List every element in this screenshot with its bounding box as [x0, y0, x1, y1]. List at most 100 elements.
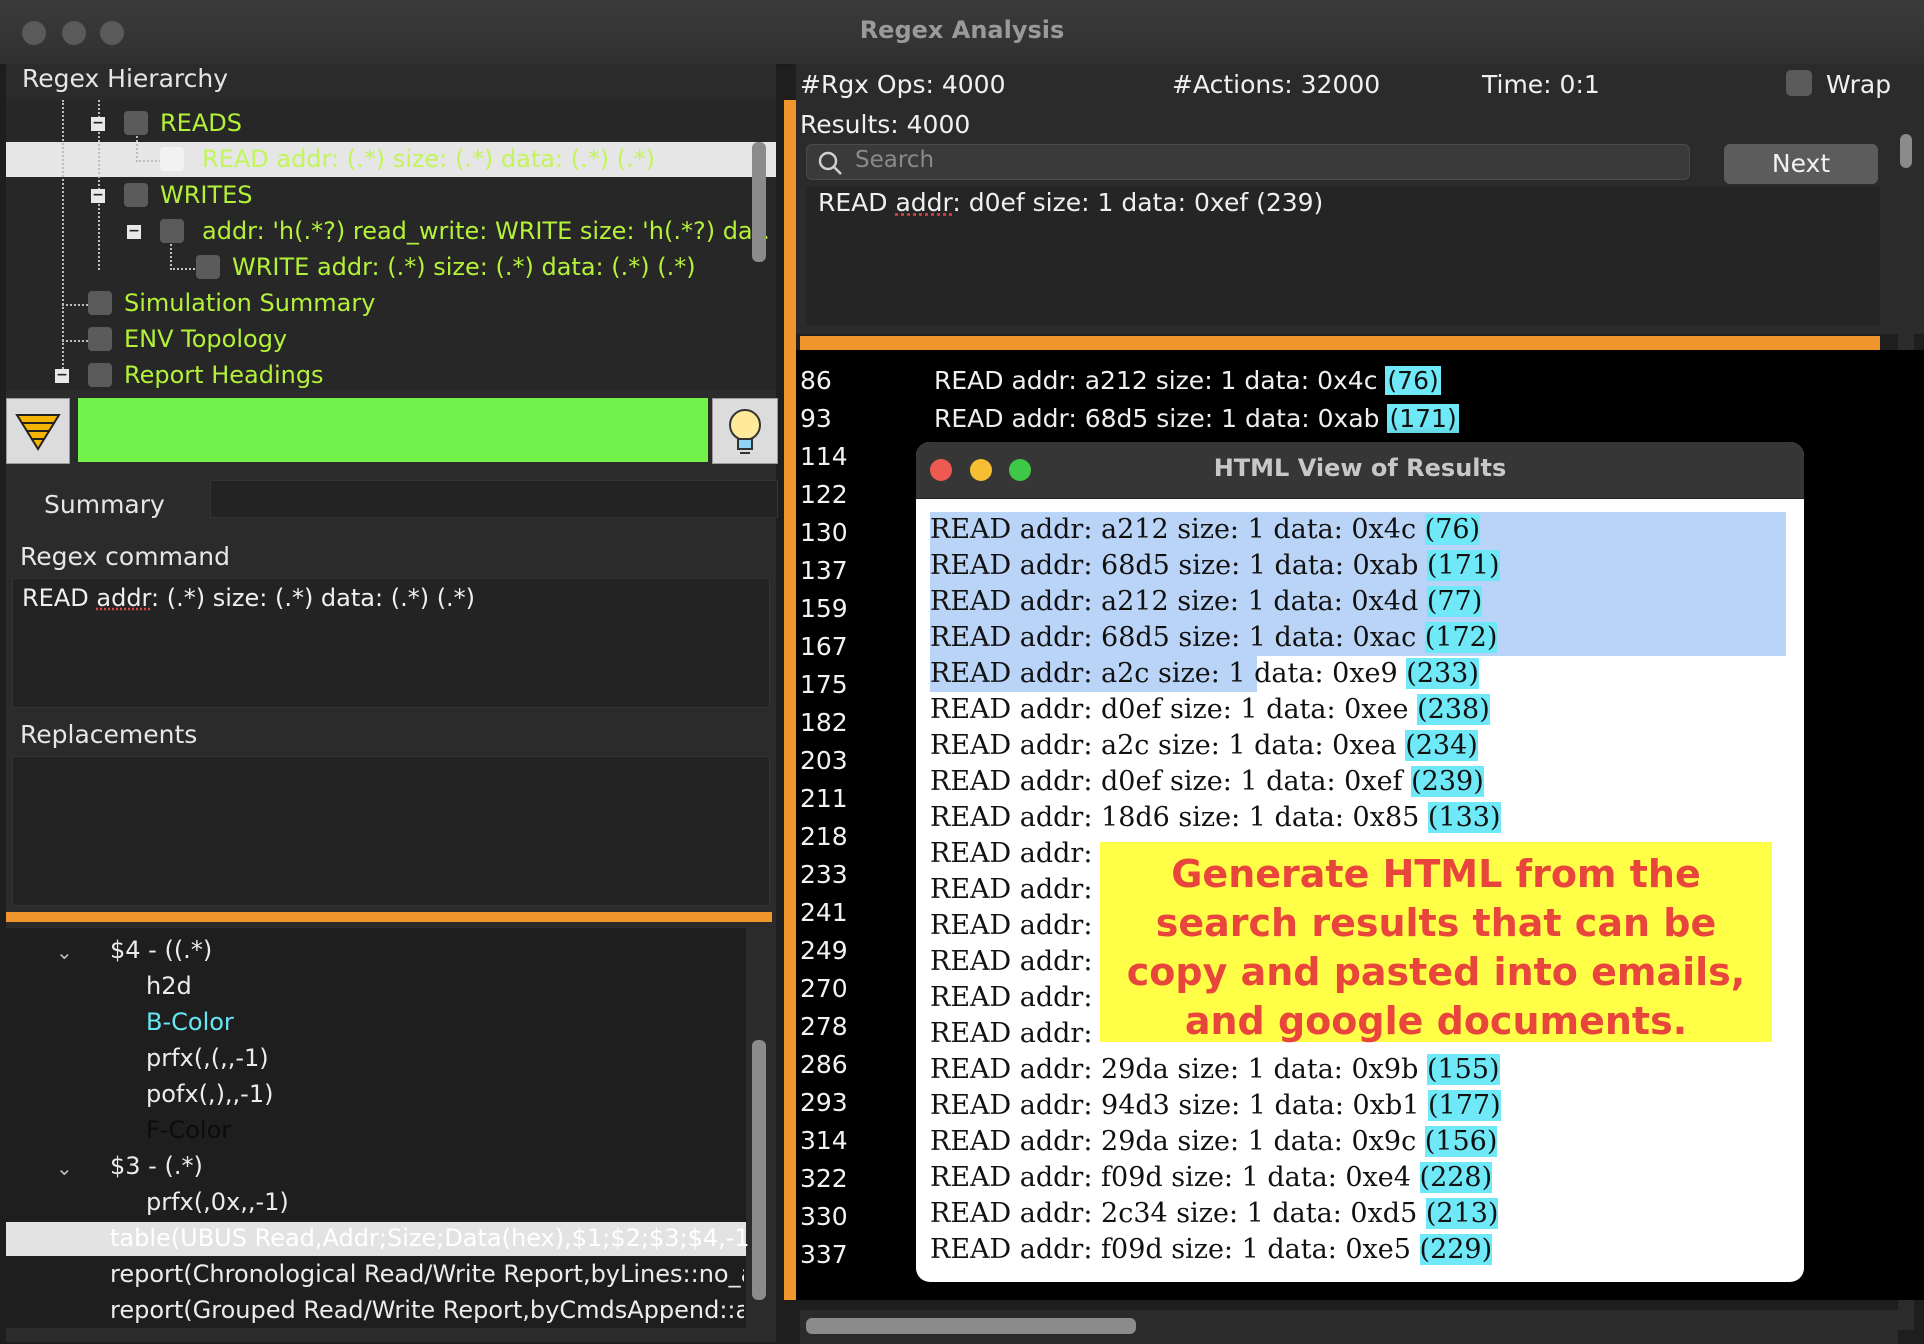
tree-node-report-headings[interactable]: Report Headings	[124, 361, 324, 389]
html-result-row[interactable]: READ addr: 94d3 size: 1 data: 0xb1 (177)	[930, 1088, 1501, 1124]
line-number: 122	[800, 480, 848, 509]
window-titlebar: Regex Analysis	[0, 0, 1924, 65]
reads-checkbox[interactable]	[124, 111, 148, 135]
row-text: READ addr: a212 size: 1 data: 0x4c	[930, 514, 1425, 545]
popup-title: HTML View of Results	[1213, 454, 1507, 482]
list-item[interactable]: prfx(,(,,-1)	[146, 1044, 269, 1072]
filter-button[interactable]	[6, 398, 70, 464]
list-item[interactable]: prfx(,0x,,-1)	[146, 1188, 289, 1216]
simulation-summary-checkbox[interactable]	[88, 291, 112, 315]
html-result-row[interactable]: READ addr: 29da size: 1 data: 0x9b (155)	[930, 1052, 1500, 1088]
row-text: READ addr: d0ef size: 1 data: 0xee	[930, 694, 1418, 725]
list-item[interactable]: h2d	[146, 972, 192, 1000]
tree-node-write-group[interactable]: addr: 'h(.*?) read_write: WRITE size: 'h…	[202, 217, 768, 245]
tree-node-simulation-summary[interactable]: Simulation Summary	[124, 289, 375, 317]
line-number: 314	[800, 1126, 848, 1155]
row-text: READ addr: 68d5 size: 1 data: 0xab	[930, 550, 1427, 581]
replacements-field[interactable]	[12, 756, 770, 906]
html-result-row[interactable]: READ addr:	[930, 872, 1092, 908]
line-number: 211	[800, 784, 848, 813]
wrap-checkbox[interactable]	[1786, 70, 1812, 96]
actions-list-scrollbar[interactable]	[752, 1040, 766, 1300]
right-vscroll-thumb[interactable]	[1900, 134, 1912, 168]
html-result-row[interactable]: READ addr: 2c34 size: 1 data: 0xd5 (213)	[930, 1196, 1499, 1232]
lightbulb-icon	[729, 409, 761, 454]
current-match-text: READ addr: d0ef size: 1 data: 0xef (239)	[818, 188, 1324, 217]
row-match-number: (234)	[1405, 730, 1478, 761]
next-button[interactable]: Next	[1724, 144, 1878, 184]
list-item[interactable]: $3 - (.*)	[110, 1152, 203, 1180]
html-result-row[interactable]: READ addr: 68d5 size: 1 data: 0xac (172)	[930, 620, 1498, 656]
html-result-row[interactable]: READ addr: a212 size: 1 data: 0x4d (77)	[930, 584, 1483, 620]
tree-node-read-regex[interactable]: READ addr: (.*) size: (.*) data: (.*) (.…	[202, 145, 655, 173]
row-text: READ addr: f09d size: 1 data: 0xe5	[930, 1234, 1420, 1265]
html-result-row[interactable]: READ addr:	[930, 908, 1092, 944]
row-text: READ addr: 68d5 size: 1 data: 0xac	[930, 622, 1425, 653]
html-result-row[interactable]: READ addr: 29da size: 1 data: 0x9c (156)	[930, 1124, 1498, 1160]
env-topology-checkbox[interactable]	[88, 327, 112, 351]
write-group-checkbox[interactable]	[160, 219, 184, 243]
row-text: READ addr: d0ef size: 1 data: 0xef	[930, 766, 1412, 797]
line-number: 175	[800, 670, 848, 699]
line-number: 286	[800, 1050, 848, 1079]
collapse-icon[interactable]: −	[55, 368, 69, 383]
results-hscroll-thumb[interactable]	[806, 1318, 1136, 1334]
line-number: 270	[800, 974, 848, 1003]
report-headings-checkbox[interactable]	[88, 363, 112, 387]
actions-count: #Actions: 32000	[1172, 70, 1381, 99]
html-result-row[interactable]: READ addr: a212 size: 1 data: 0x4c (76)	[930, 512, 1481, 548]
list-item[interactable]: B-Color	[146, 1008, 234, 1036]
row-match-number: (177)	[1428, 1090, 1501, 1121]
search-placeholder: Search	[855, 147, 935, 173]
writes-checkbox[interactable]	[124, 183, 148, 207]
html-result-row[interactable]: READ addr: d0ef size: 1 data: 0xee (238)	[930, 692, 1490, 728]
row-match-number: (239)	[1411, 766, 1484, 797]
list-item[interactable]: F-Color	[146, 1116, 231, 1144]
search-input[interactable]: Search	[806, 144, 1690, 180]
line-number: 337	[800, 1240, 848, 1269]
html-result-row[interactable]: READ addr:	[930, 980, 1092, 1016]
list-item[interactable]: report(Chronological Read/Write Report,b…	[110, 1260, 744, 1288]
list-item[interactable]: report(Grouped Read/Write Report,byCmdsA…	[110, 1296, 744, 1324]
html-result-row[interactable]: READ addr: 18d6 size: 1 data: 0x85 (133)	[930, 800, 1501, 836]
list-item[interactable]: $4 - ((.*)	[110, 936, 212, 964]
line-number: 86	[800, 366, 832, 395]
tree-node-write-regex[interactable]: WRITE addr: (.*) size: (.*) data: (.*) (…	[232, 253, 696, 281]
row-match-number: (172)	[1424, 622, 1498, 653]
horizontal-splitter[interactable]	[6, 912, 772, 922]
html-result-row[interactable]: READ addr: f09d size: 1 data: 0xe4 (228)	[930, 1160, 1493, 1196]
read-regex-checkbox[interactable]	[160, 147, 184, 171]
tree-connector	[170, 244, 172, 270]
collapse-icon[interactable]: −	[91, 116, 105, 131]
popup-titlebar: HTML View of Results	[916, 442, 1804, 499]
html-result-row[interactable]: READ addr: 68d5 size: 1 data: 0xab (171)	[930, 548, 1500, 584]
html-result-row[interactable]: READ addr: f09d size: 1 data: 0xe5 (229)	[930, 1232, 1493, 1268]
lightbulb-button[interactable]	[712, 398, 778, 464]
tree-node-writes[interactable]: WRITES	[160, 181, 253, 209]
html-result-row[interactable]: READ addr:	[930, 1016, 1092, 1052]
status-bar-green	[78, 398, 708, 462]
list-item-selected[interactable]: table(UBUS Read,Addr;Size;Data(hex),$1;$…	[110, 1224, 759, 1252]
collapse-icon[interactable]: −	[91, 188, 105, 203]
tree-node-reads[interactable]: READS	[160, 109, 242, 137]
html-result-row[interactable]: READ addr: d0ef size: 1 data: 0xef (239)	[930, 764, 1484, 800]
line-number: 322	[800, 1164, 848, 1193]
row-match-number: (213)	[1425, 1198, 1499, 1229]
html-result-row[interactable]: READ addr: a2c size: 1 data: 0xea (234)	[930, 728, 1478, 764]
html-result-row[interactable]: READ addr:	[930, 836, 1092, 872]
html-result-row[interactable]: READ addr: a2c size: 1 data: 0xe9 (233)	[930, 656, 1479, 692]
tree-scrollbar[interactable]	[752, 142, 766, 262]
chevron-down-icon[interactable]: ⌄	[56, 940, 73, 964]
results-splitter[interactable]	[800, 336, 1880, 350]
vertical-splitter[interactable]	[784, 100, 796, 1300]
write-regex-checkbox[interactable]	[196, 255, 220, 279]
html-result-row[interactable]: READ addr:	[930, 944, 1092, 980]
chevron-down-icon[interactable]: ⌄	[56, 1156, 73, 1180]
list-item[interactable]: pofx(,),,-1)	[146, 1080, 273, 1108]
summary-field[interactable]	[210, 480, 778, 518]
line-number: 293	[800, 1088, 848, 1117]
row-text: READ addr:	[930, 874, 1093, 905]
tree-node-env-topology[interactable]: ENV Topology	[124, 325, 287, 353]
results-count: Results: 4000	[800, 110, 971, 139]
collapse-icon[interactable]: −	[127, 224, 141, 239]
